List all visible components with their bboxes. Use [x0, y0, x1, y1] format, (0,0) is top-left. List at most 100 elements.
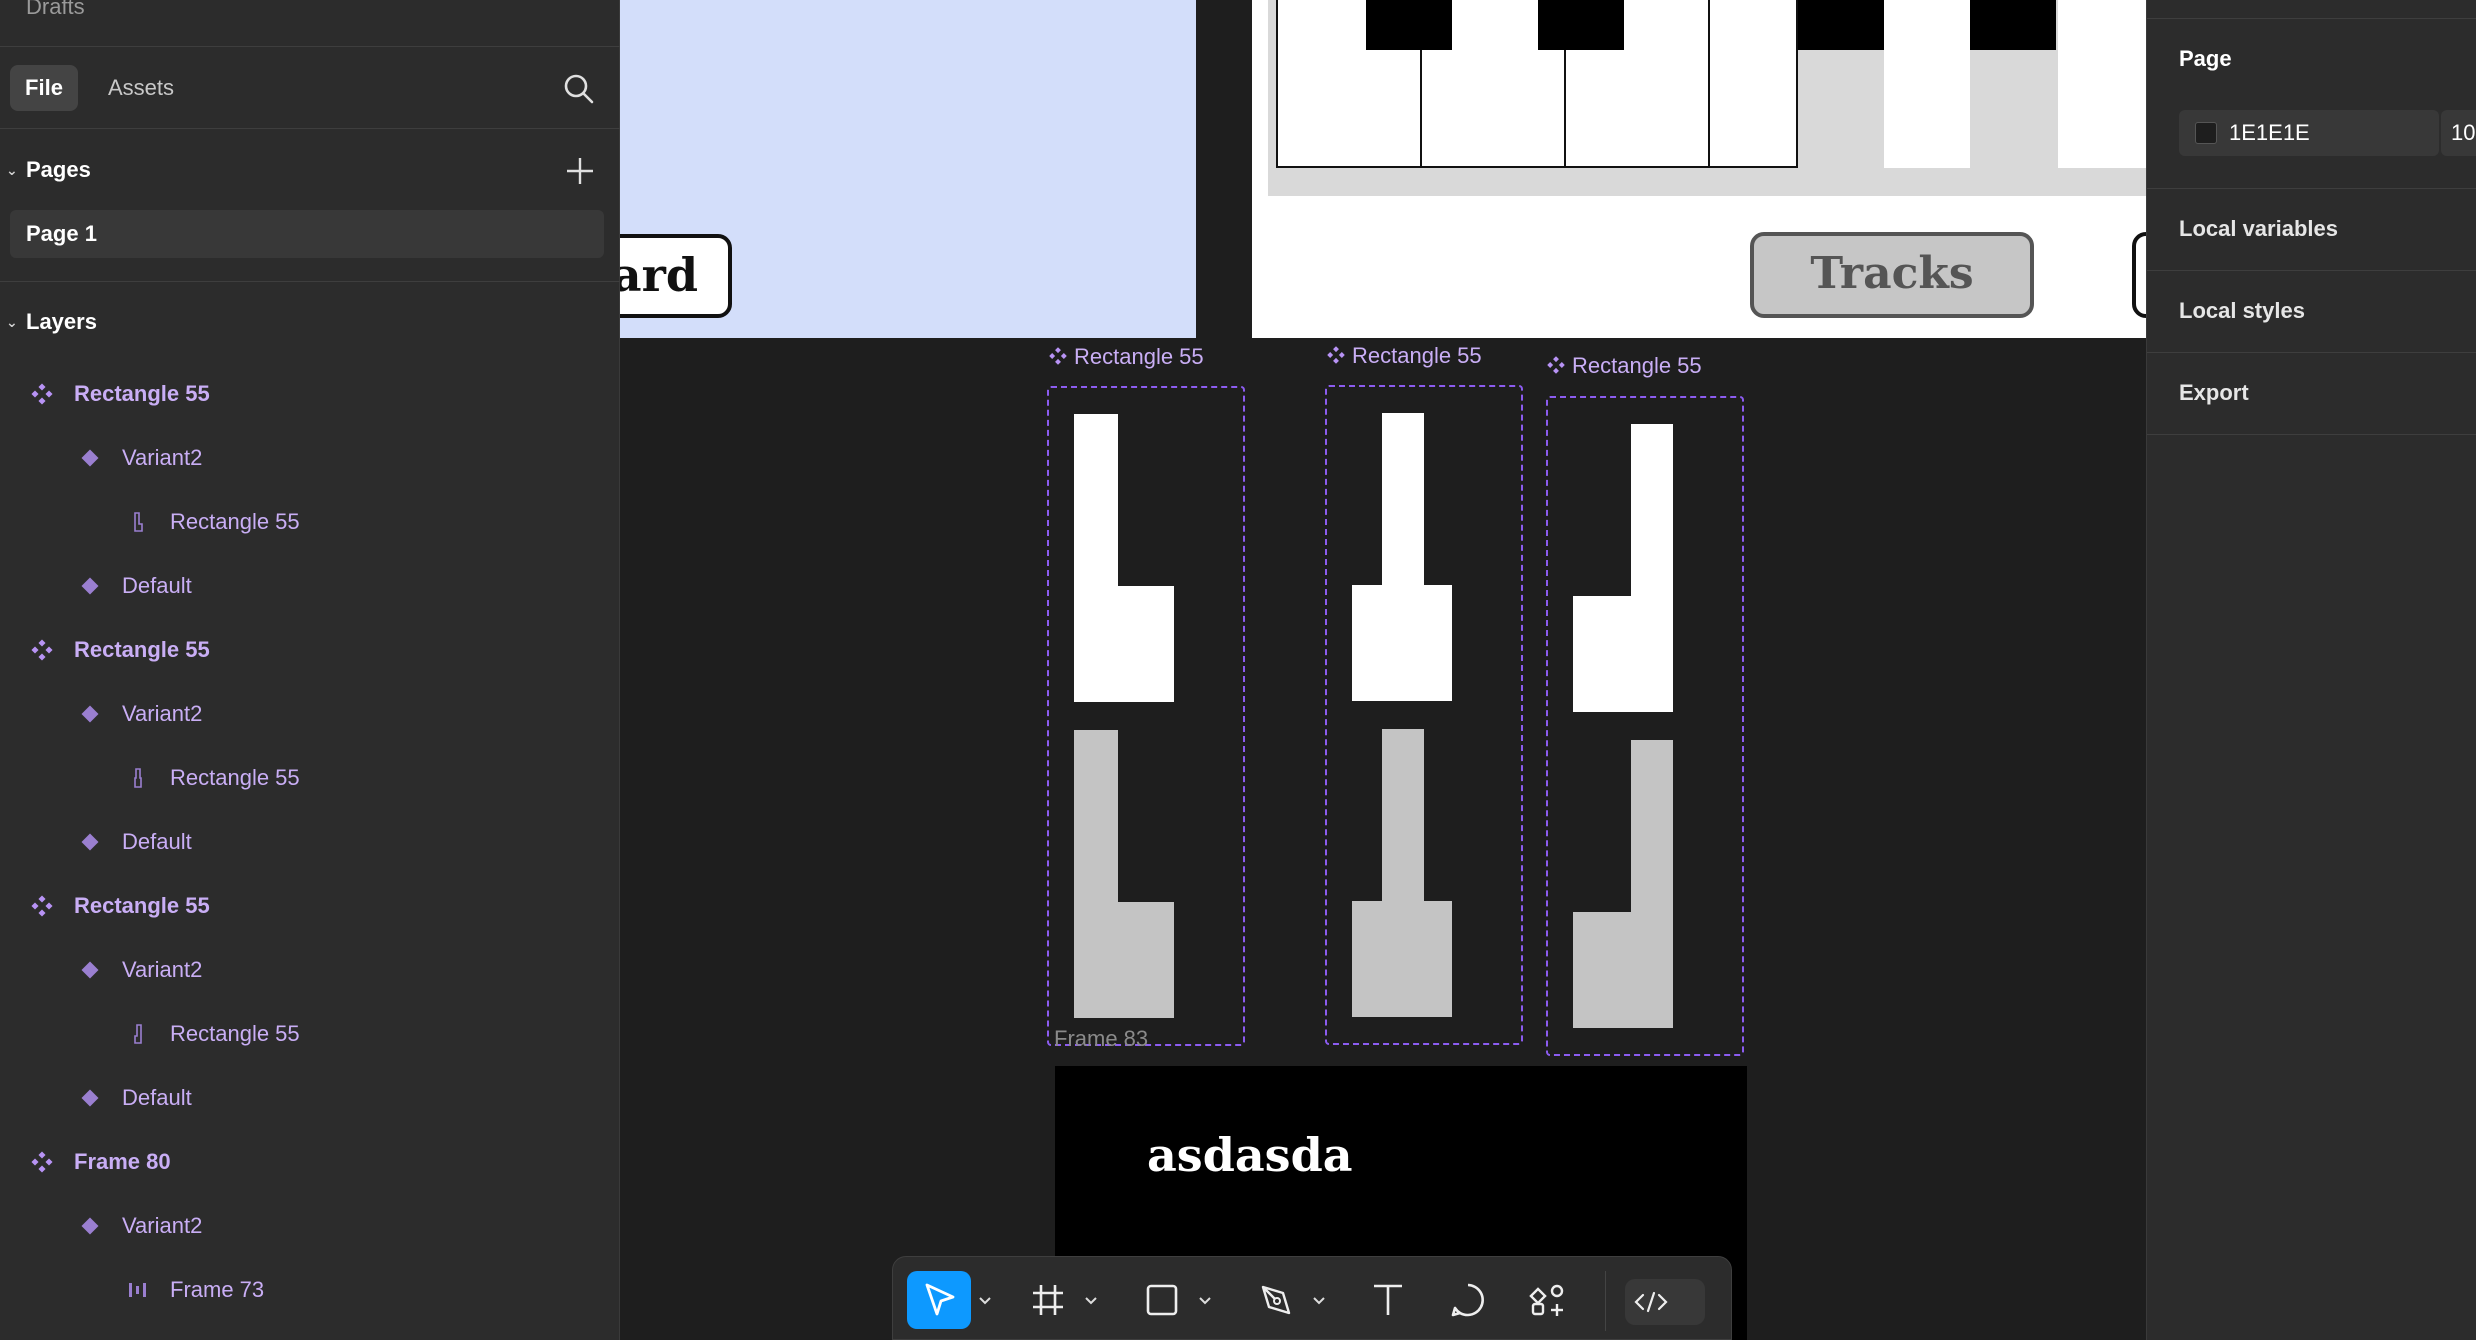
local-styles-item[interactable]: Local styles: [2179, 298, 2305, 324]
toolbar-divider: [1605, 1271, 1606, 1331]
component-label[interactable]: Rectangle 55: [1326, 343, 1482, 369]
component-set-icon: [31, 383, 53, 405]
color-swatch[interactable]: [2195, 122, 2217, 144]
layer-item[interactable]: Variant2: [0, 694, 620, 734]
key-variant-variant2: [1352, 729, 1452, 1017]
comment-icon: [1451, 1283, 1484, 1317]
layers-sidebar: Drafts File Assets ⌄ Pages Page 1 ⌄ Laye…: [0, 0, 620, 1340]
page-item-page-1[interactable]: Page 1: [10, 210, 604, 258]
divider: [2147, 270, 2476, 271]
layer-label: Variant2: [122, 1213, 203, 1238]
vector-shape-icon: [134, 1024, 142, 1044]
board-button[interactable]: ard: [620, 234, 732, 318]
blue-frame[interactable]: ard: [620, 0, 1196, 338]
divider: [0, 46, 620, 47]
vector-shape-icon: [134, 768, 142, 788]
piano-black-key: [1970, 0, 2056, 50]
layer-item[interactable]: Rectangle 55: [0, 502, 620, 542]
properties-panel: Page 1E1E1E 100 Local variables Local st…: [2146, 0, 2476, 1340]
actions-icon: [1529, 1284, 1564, 1316]
layer-item[interactable]: Frame 73: [0, 1270, 620, 1310]
chevron-down-icon: [1085, 1297, 1097, 1305]
text-tool-button[interactable]: [1359, 1271, 1417, 1329]
chevron-down-icon: [1313, 1297, 1325, 1305]
key-variant-default: [1074, 414, 1174, 702]
pen-tool-button[interactable]: [1247, 1271, 1305, 1329]
design-canvas[interactable]: ard Tracks Rectangle 55 Rectangle 55 Rec…: [620, 0, 2146, 1340]
layer-label: Default: [122, 1085, 192, 1110]
layer-label: Default: [122, 573, 192, 598]
key-variant-variant2: [1573, 740, 1673, 1028]
frame-tool-dropdown[interactable]: [1079, 1271, 1103, 1329]
key-variant-variant2: [1074, 730, 1174, 1018]
layer-label: Rectangle 55: [74, 893, 210, 918]
component-variant-icon: [81, 577, 99, 595]
export-item[interactable]: Export: [2179, 380, 2249, 406]
layer-item[interactable]: Default: [0, 566, 620, 606]
layer-item[interactable]: Variant2: [0, 438, 620, 478]
layer-item[interactable]: Default: [0, 1078, 620, 1118]
layer-label: Rectangle 55: [170, 765, 300, 790]
comment-tool-button[interactable]: [1439, 1271, 1497, 1329]
layer-item[interactable]: Variant2: [0, 950, 620, 990]
component-label-text: Rectangle 55: [1074, 344, 1204, 369]
layer-item[interactable]: Variant2: [0, 1206, 620, 1246]
layer-item[interactable]: Rectangle 55: [0, 1014, 620, 1054]
dev-mode-toggle[interactable]: [1625, 1279, 1705, 1325]
layer-label: Default: [122, 829, 192, 854]
layer-item[interactable]: Rectangle 55: [0, 758, 620, 798]
piano-frame[interactable]: Tracks: [1252, 0, 2146, 338]
component-set[interactable]: [1325, 385, 1523, 1045]
key-variant-default: [1352, 413, 1452, 701]
tab-assets[interactable]: Assets: [108, 65, 174, 111]
piano-black-key: [1798, 0, 1884, 50]
background-opacity-field[interactable]: 100: [2441, 110, 2476, 156]
drafts-breadcrumb[interactable]: Drafts: [26, 0, 85, 20]
tab-file[interactable]: File: [10, 65, 78, 111]
layer-item[interactable]: Rectangle 55: [0, 630, 620, 670]
layers-header-label: Layers: [26, 309, 97, 334]
piano-white-key: [1884, 0, 1970, 168]
component-set[interactable]: [1546, 396, 1744, 1056]
component-label[interactable]: Rectangle 55: [1048, 344, 1204, 370]
tracks-button[interactable]: Tracks: [1750, 232, 2034, 318]
move-tool-dropdown[interactable]: [973, 1271, 997, 1329]
page-section-header: Page: [2179, 46, 2232, 71]
layer-item[interactable]: Frame 80: [0, 1142, 620, 1182]
search-icon[interactable]: [562, 72, 596, 106]
layer-item[interactable]: Default: [0, 822, 620, 862]
piano-black-key: [1366, 0, 1452, 50]
layer-item[interactable]: Rectangle 55: [0, 886, 620, 926]
frame-tool-button[interactable]: [1019, 1271, 1077, 1329]
add-page-icon[interactable]: [564, 155, 596, 187]
component-set-icon: [31, 639, 53, 661]
layer-item[interactable]: Rectangle 55: [0, 374, 620, 414]
next-button[interactable]: [2132, 232, 2146, 318]
rectangle-tool-button[interactable]: [1133, 1271, 1191, 1329]
rectangle-tool-dropdown[interactable]: [1193, 1271, 1217, 1329]
chevron-down-icon: ⌄: [6, 314, 18, 330]
frame-label[interactable]: Frame 83: [1054, 1026, 1148, 1052]
layer-label: Rectangle 55: [74, 637, 210, 662]
vector-shape-icon: [134, 512, 143, 532]
background-hex-value[interactable]: 1E1E1E: [2229, 110, 2310, 156]
layer-label: Frame 73: [170, 1277, 265, 1302]
component-label[interactable]: Rectangle 55: [1546, 353, 1702, 379]
component-label-text: Rectangle 55: [1572, 353, 1702, 378]
component-set-icon: [1547, 356, 1565, 374]
component-variant-icon: [81, 705, 99, 723]
component-variant-icon: [81, 1217, 99, 1235]
pages-header-label: Pages: [26, 157, 91, 182]
move-tool-button[interactable]: [907, 1271, 971, 1329]
component-variant-icon: [81, 1089, 99, 1107]
text-icon: [1374, 1284, 1402, 1315]
component-set[interactable]: [1047, 386, 1245, 1046]
divider: [2147, 188, 2476, 189]
pen-icon: [1261, 1285, 1291, 1315]
page-background-field[interactable]: 1E1E1E: [2179, 110, 2439, 156]
local-variables-item[interactable]: Local variables: [2179, 216, 2338, 242]
black-frame-text[interactable]: asdasda: [1147, 1128, 1353, 1182]
pen-tool-dropdown[interactable]: [1307, 1271, 1331, 1329]
bottom-toolbar: [892, 1256, 1732, 1340]
actions-tool-button[interactable]: [1519, 1271, 1577, 1329]
